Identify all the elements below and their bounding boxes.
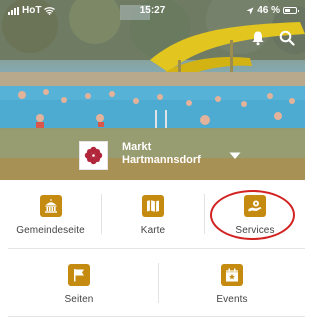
- menu-row-2: Seiten Events: [0, 249, 305, 318]
- bell-icon[interactable]: [251, 30, 265, 46]
- municipal-crest-icon: [79, 141, 108, 170]
- menu-item-services[interactable]: Services: [205, 180, 305, 248]
- battery-percent: 46 %: [257, 5, 280, 16]
- menu-item-events[interactable]: Events: [159, 249, 305, 318]
- chevron-down-icon[interactable]: [229, 152, 241, 160]
- town-hall-icon: [39, 195, 62, 217]
- menu-item-gemeindeseite[interactable]: Gemeindeseite: [0, 180, 101, 248]
- menu-item-label: Karte: [140, 225, 166, 236]
- status-right: 46 %: [246, 5, 299, 16]
- calendar-star-icon: [221, 264, 243, 286]
- map-icon: [142, 195, 164, 217]
- status-bar: HoT 15:27 46 %: [0, 0, 305, 20]
- menu-item-seiten[interactable]: Seiten: [0, 249, 158, 318]
- town-name-line2: Hartmannsdorf: [122, 154, 201, 166]
- menu-item-label: Seiten: [64, 294, 94, 305]
- location-arrow-icon: [246, 7, 254, 14]
- town-name-line1: Markt: [122, 141, 152, 153]
- flag-icon: [68, 264, 90, 286]
- menu-item-label: Gemeindeseite: [16, 225, 85, 236]
- service-hand-icon: [244, 195, 266, 217]
- town-name[interactable]: Markt Hartmannsdorf: [122, 141, 222, 167]
- menu-row-1: Gemeindeseite Karte Services: [0, 180, 305, 248]
- menu-item-karte[interactable]: Karte: [102, 180, 204, 248]
- divider: [8, 316, 305, 317]
- search-icon[interactable]: [279, 30, 295, 46]
- menu-item-label: Events: [216, 294, 248, 305]
- battery-icon: [283, 7, 299, 14]
- menu-item-label: Services: [235, 225, 275, 236]
